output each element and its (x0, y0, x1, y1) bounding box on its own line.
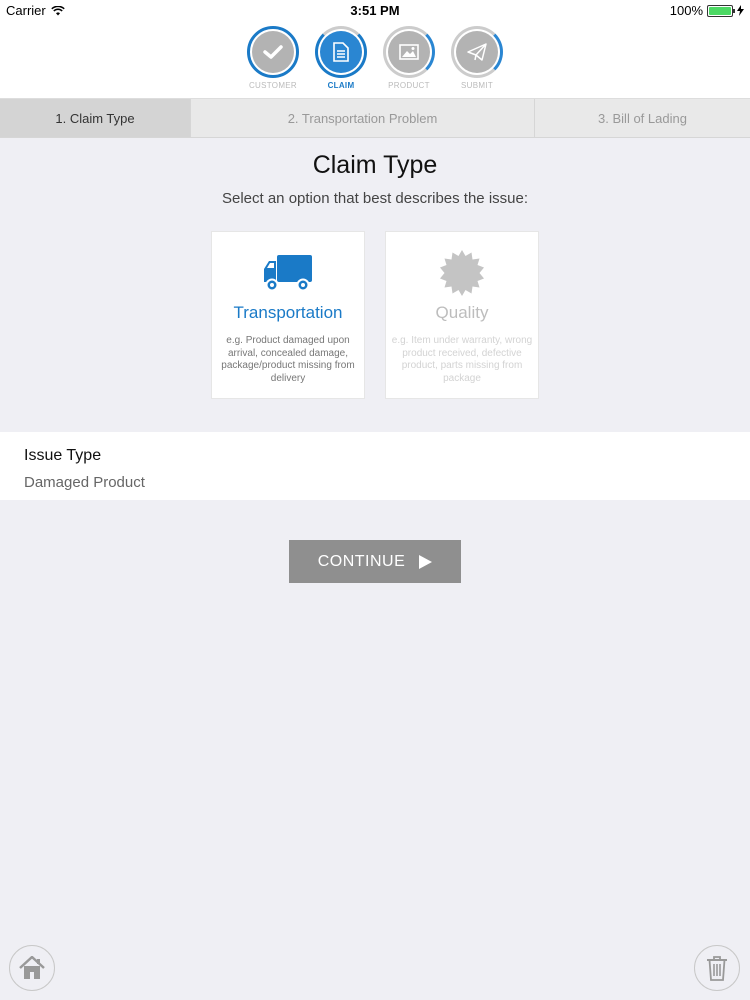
trash-icon (707, 956, 727, 981)
paper-plane-icon (467, 43, 487, 61)
step-submit[interactable]: SUBMIT (451, 26, 503, 90)
issue-type-label: Issue Type (24, 447, 102, 464)
claim-type-options: Transportation e.g. Product damaged upon… (211, 231, 539, 399)
step-circle (247, 26, 299, 78)
option-transportation[interactable]: Transportation e.g. Product damaged upon… (211, 231, 365, 399)
option-title: Quality (435, 303, 489, 322)
home-icon (19, 956, 45, 979)
delete-button[interactable] (694, 945, 740, 991)
continue-button[interactable]: CONTINUE (289, 540, 461, 583)
continue-label: CONTINUE (317, 552, 406, 570)
step-label: PRODUCT (388, 81, 430, 90)
truck-icon (264, 255, 312, 292)
step-circle (383, 26, 435, 78)
step-claim[interactable]: CLAIM (315, 26, 367, 90)
battery-icon (707, 4, 735, 17)
status-time: 3:51 PM (350, 3, 400, 18)
step-label: CUSTOMER (248, 81, 298, 90)
check-icon (263, 45, 283, 59)
image-icon (399, 44, 419, 60)
option-title: Transportation (233, 303, 343, 322)
progress-steps: CUSTOMER CLAIM PRODUCT SUBMIT (0, 26, 750, 90)
tab-claim-type[interactable]: 1. Claim Type (0, 99, 191, 137)
step-product[interactable]: PRODUCT (383, 26, 435, 90)
page-title: Claim Type (312, 151, 438, 179)
play-arrow-icon (419, 554, 433, 569)
home-button[interactable] (9, 945, 55, 991)
status-bar: Carrier 3:51 PM 100% (0, 0, 750, 20)
step-label: SUBMIT (460, 81, 494, 90)
issue-type-value: Damaged Product (24, 474, 145, 491)
option-quality[interactable]: Quality e.g. Item under warranty, wrong … (385, 231, 539, 399)
tab-transportation-problem[interactable]: 2. Transportation Problem (191, 99, 535, 137)
option-description: e.g. Item under warranty, wrong product … (391, 335, 533, 384)
option-description: e.g. Product damaged upon arrival, conce… (221, 335, 355, 384)
document-icon (333, 42, 349, 62)
step-circle (451, 26, 503, 78)
charging-bolt-icon (737, 5, 744, 16)
page-subtitle: Select an option that best describes the… (221, 190, 529, 207)
progress-header: CUSTOMER CLAIM PRODUCT SUBMIT (0, 20, 750, 98)
status-right: 100% (670, 3, 744, 18)
issue-type-row[interactable]: Issue Type Damaged Product (0, 432, 750, 500)
tab-bill-of-lading[interactable]: 3. Bill of Lading (535, 99, 750, 137)
card-icon (263, 252, 313, 294)
battery-percent: 100% (669, 3, 703, 18)
step-label: CLAIM (327, 81, 355, 90)
badge-icon (440, 250, 484, 296)
step-circle (315, 26, 367, 78)
step-customer[interactable]: CUSTOMER (247, 26, 299, 90)
card-icon (438, 250, 486, 296)
claim-tabs: 1. Claim Type 2. Transportation Problem … (0, 98, 750, 138)
